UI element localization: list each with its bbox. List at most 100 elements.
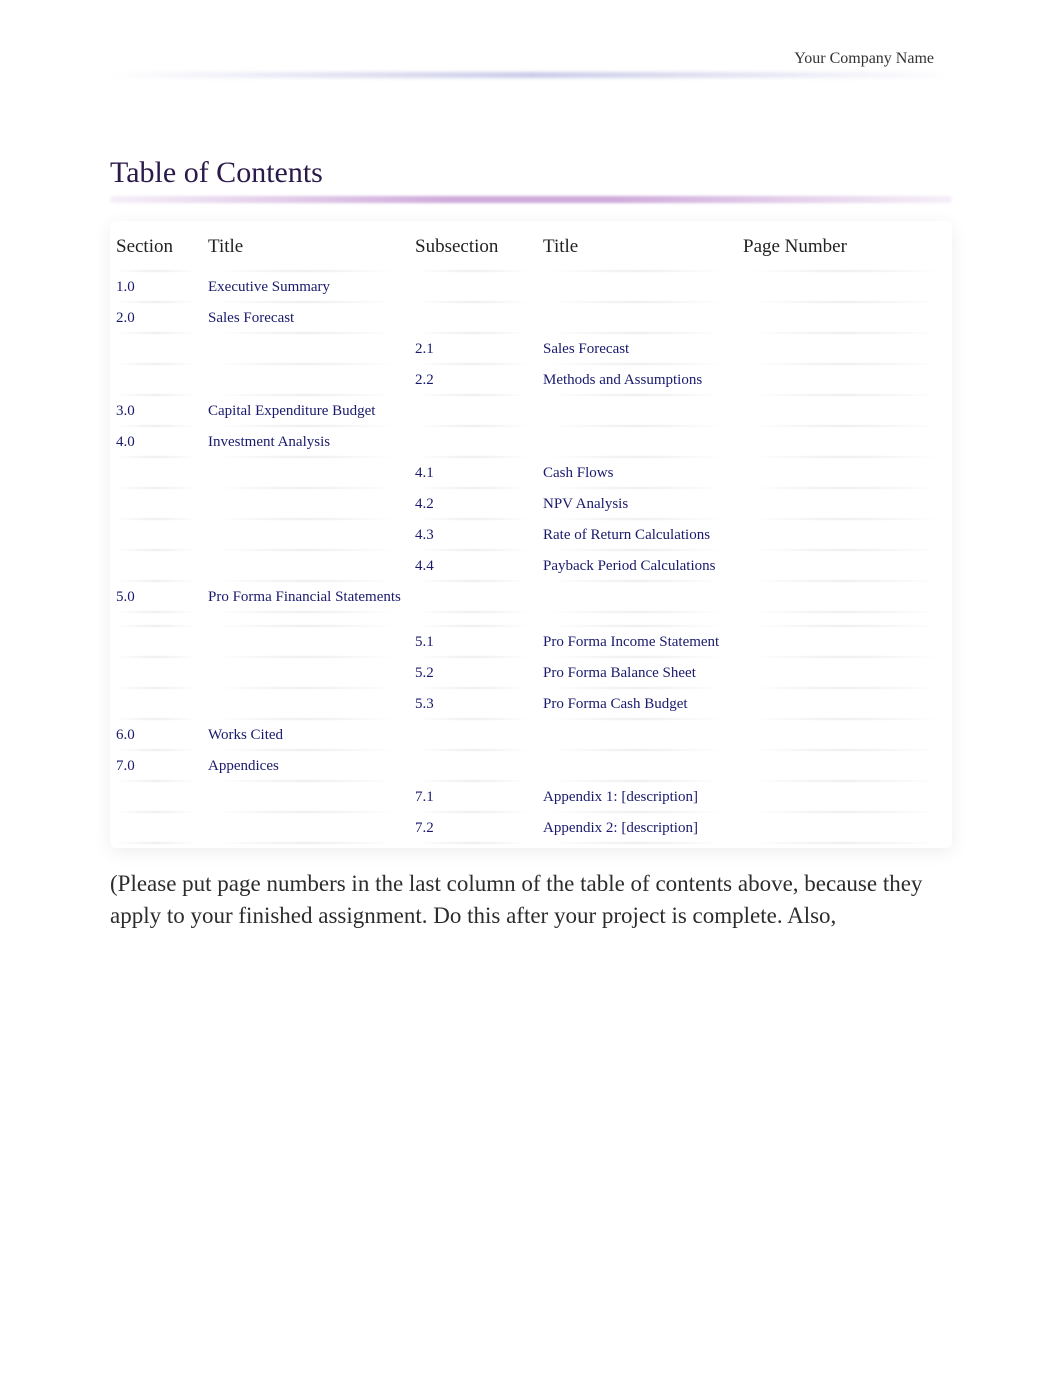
toc-cell-subtitle bbox=[537, 427, 737, 458]
toc-cell-subtitle bbox=[537, 751, 737, 782]
toc-cell-title bbox=[202, 689, 409, 720]
col-header-title: Title bbox=[202, 222, 409, 272]
toc-cell-title: Executive Summary bbox=[202, 272, 409, 303]
toc-cell-subtitle bbox=[537, 582, 737, 613]
toc-cell-section bbox=[110, 520, 202, 551]
toc-cell-section: 6.0 bbox=[110, 720, 202, 751]
toc-cell-page bbox=[737, 365, 952, 396]
toc-cell-page bbox=[737, 613, 952, 627]
toc-cell-page bbox=[737, 458, 952, 489]
toc-cell-section bbox=[110, 627, 202, 658]
toc-cell-subtitle: Pro Forma Income Statement bbox=[537, 627, 737, 658]
toc-cell-page bbox=[737, 396, 952, 427]
table-row: 4.1Cash Flows bbox=[110, 458, 952, 489]
table-row: 3.0Capital Expenditure Budget bbox=[110, 396, 952, 427]
toc-cell-subsection: 4.4 bbox=[409, 551, 537, 582]
toc-cell-page bbox=[737, 582, 952, 613]
table-row: 4.0Investment Analysis bbox=[110, 427, 952, 458]
table-row: 4.3Rate of Return Calculations bbox=[110, 520, 952, 551]
toc-cell-page bbox=[737, 689, 952, 720]
toc-cell-subtitle: Appendix 1: [description] bbox=[537, 782, 737, 813]
table-row: 5.3Pro Forma Cash Budget bbox=[110, 689, 952, 720]
toc-cell-subsection bbox=[409, 427, 537, 458]
table-row: 2.1Sales Forecast bbox=[110, 334, 952, 365]
table-row: 5.2Pro Forma Balance Sheet bbox=[110, 658, 952, 689]
toc-cell-subsection: 7.2 bbox=[409, 813, 537, 844]
table-row bbox=[110, 613, 952, 627]
toc-cell-section: 2.0 bbox=[110, 303, 202, 334]
toc-cell-page bbox=[737, 303, 952, 334]
toc-cell-section bbox=[110, 334, 202, 365]
toc-cell-subsection bbox=[409, 272, 537, 303]
toc-cell-page bbox=[737, 427, 952, 458]
toc-cell-title: Sales Forecast bbox=[202, 303, 409, 334]
toc-cell-subtitle bbox=[537, 613, 737, 627]
toc-cell-subtitle: Pro Forma Balance Sheet bbox=[537, 658, 737, 689]
toc-cell-page bbox=[737, 489, 952, 520]
toc-cell-subtitle bbox=[537, 396, 737, 427]
toc-cell-section bbox=[110, 613, 202, 627]
toc-cell-section bbox=[110, 658, 202, 689]
toc-cell-subsection: 2.2 bbox=[409, 365, 537, 396]
toc-cell-subsection bbox=[409, 396, 537, 427]
toc-table-container: Section Title Subsection Title Page Numb… bbox=[110, 221, 952, 848]
table-row: 2.0Sales Forecast bbox=[110, 303, 952, 334]
toc-cell-section: 4.0 bbox=[110, 427, 202, 458]
table-row: 7.0Appendices bbox=[110, 751, 952, 782]
toc-cell-page bbox=[737, 627, 952, 658]
toc-cell-section bbox=[110, 365, 202, 396]
toc-cell-section: 7.0 bbox=[110, 751, 202, 782]
toc-cell-page bbox=[737, 334, 952, 365]
toc-cell-subtitle bbox=[537, 720, 737, 751]
toc-cell-subsection: 4.1 bbox=[409, 458, 537, 489]
toc-cell-page bbox=[737, 782, 952, 813]
company-name-header: Your Company Name bbox=[110, 50, 952, 72]
table-row: 4.2NPV Analysis bbox=[110, 489, 952, 520]
toc-cell-section bbox=[110, 458, 202, 489]
toc-cell-section bbox=[110, 551, 202, 582]
toc-cell-section bbox=[110, 489, 202, 520]
toc-cell-title: Appendices bbox=[202, 751, 409, 782]
toc-cell-subsection: 2.1 bbox=[409, 334, 537, 365]
toc-cell-page bbox=[737, 520, 952, 551]
table-row: 1.0Executive Summary bbox=[110, 272, 952, 303]
toc-cell-subtitle: Pro Forma Cash Budget bbox=[537, 689, 737, 720]
col-header-section: Section bbox=[110, 222, 202, 272]
toc-cell-title bbox=[202, 613, 409, 627]
toc-header-row: Section Title Subsection Title Page Numb… bbox=[110, 222, 952, 272]
toc-cell-section bbox=[110, 689, 202, 720]
toc-cell-title: Pro Forma Financial Statements bbox=[202, 582, 409, 613]
toc-cell-subsection: 5.1 bbox=[409, 627, 537, 658]
toc-cell-subtitle bbox=[537, 272, 737, 303]
table-row: 7.1Appendix 1: [description] bbox=[110, 782, 952, 813]
toc-cell-page bbox=[737, 751, 952, 782]
toc-cell-title bbox=[202, 658, 409, 689]
toc-cell-section bbox=[110, 782, 202, 813]
document-page: Your Company Name Table of Contents Sect… bbox=[0, 0, 1062, 931]
toc-cell-section: 1.0 bbox=[110, 272, 202, 303]
toc-heading-divider bbox=[110, 196, 952, 203]
toc-cell-subtitle: NPV Analysis bbox=[537, 489, 737, 520]
toc-cell-page bbox=[737, 720, 952, 751]
table-row: 5.0Pro Forma Financial Statements bbox=[110, 582, 952, 613]
toc-cell-subsection: 5.3 bbox=[409, 689, 537, 720]
table-row: 4.4Payback Period Calculations bbox=[110, 551, 952, 582]
table-row: 7.2Appendix 2: [description] bbox=[110, 813, 952, 844]
toc-cell-title: Capital Expenditure Budget bbox=[202, 396, 409, 427]
toc-cell-title bbox=[202, 489, 409, 520]
toc-cell-subsection: 4.3 bbox=[409, 520, 537, 551]
col-header-subtitle: Title bbox=[537, 222, 737, 272]
toc-cell-subtitle: Rate of Return Calculations bbox=[537, 520, 737, 551]
toc-cell-subsection: 4.2 bbox=[409, 489, 537, 520]
toc-cell-page bbox=[737, 551, 952, 582]
toc-cell-title bbox=[202, 782, 409, 813]
instruction-paragraph: (Please put page numbers in the last col… bbox=[110, 868, 952, 931]
col-header-subsection: Subsection bbox=[409, 222, 537, 272]
toc-cell-subtitle: Appendix 2: [description] bbox=[537, 813, 737, 844]
toc-cell-subtitle: Sales Forecast bbox=[537, 334, 737, 365]
header-divider bbox=[110, 72, 952, 78]
toc-cell-title bbox=[202, 627, 409, 658]
toc-cell-subsection: 5.2 bbox=[409, 658, 537, 689]
toc-cell-page bbox=[737, 658, 952, 689]
toc-table: Section Title Subsection Title Page Numb… bbox=[110, 222, 952, 844]
